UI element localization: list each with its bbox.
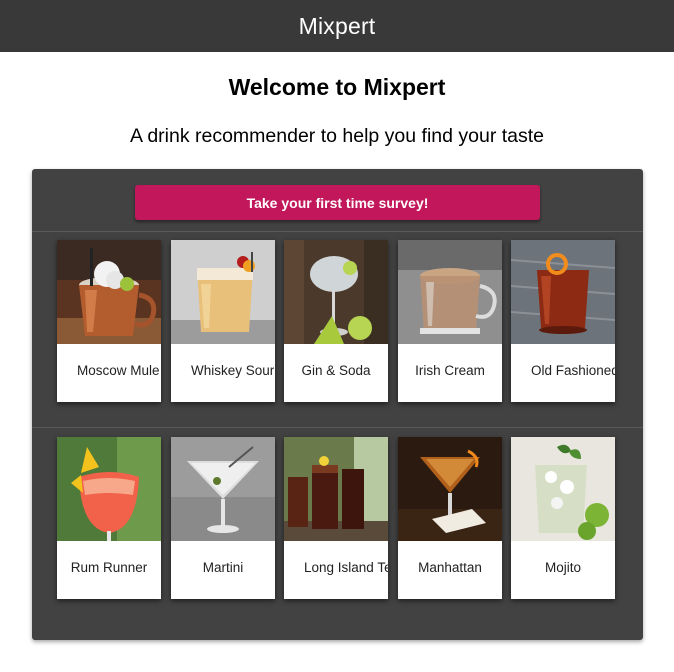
old-fashioned-image (511, 240, 615, 344)
drink-card-long-island-tea[interactable]: Long Island Tea (284, 437, 388, 599)
divider (32, 427, 643, 428)
drink-name: Gin & Soda (301, 362, 371, 378)
martini-image (171, 437, 275, 541)
manhattan-image (398, 437, 502, 541)
page-title: Welcome to Mixpert (228, 74, 446, 100)
drink-name: Whiskey Sour (191, 362, 275, 378)
page-subtitle: A drink recommender to help you find you… (129, 125, 545, 147)
long-island-tea-image (284, 437, 388, 541)
divider (32, 231, 643, 232)
moscow-mule-image (57, 240, 161, 344)
drink-name: Martini (202, 559, 244, 575)
app-title: Mixpert (298, 12, 376, 39)
drink-name: Moscow Mule (77, 362, 160, 378)
gin-soda-image (284, 240, 388, 344)
drink-name: Manhattan (418, 559, 482, 575)
drinks-panel: Take your first time survey! Moscow Mule… (32, 169, 643, 640)
drink-name: Old Fashioned (531, 362, 615, 378)
app-bar: Mixpert (0, 0, 674, 52)
drink-card-old-fashioned[interactable]: Old Fashioned (511, 240, 615, 402)
drink-name: Irish Cream (415, 362, 485, 378)
drink-name: Mojito (544, 559, 581, 575)
drink-card-irish-cream[interactable]: Irish Cream (398, 240, 502, 402)
irish-cream-image (398, 240, 502, 344)
drink-card-manhattan[interactable]: Manhattan (398, 437, 502, 599)
drink-name: Rum Runner (70, 559, 148, 575)
drink-card-mojito[interactable]: Mojito (511, 437, 615, 599)
rum-runner-image (57, 437, 161, 541)
drink-card-martini[interactable]: Martini (171, 437, 275, 599)
drink-card-gin-soda[interactable]: Gin & Soda (284, 240, 388, 402)
mojito-image (511, 437, 615, 541)
drink-card-rum-runner[interactable]: Rum Runner (57, 437, 161, 599)
whiskey-sour-image (171, 240, 275, 344)
first-time-survey-button[interactable]: Take your first time survey! (135, 185, 540, 220)
drink-card-whiskey-sour[interactable]: Whiskey Sour (171, 240, 275, 402)
drink-name: Long Island Tea (304, 559, 388, 575)
drink-card-moscow-mule[interactable]: Moscow Mule (57, 240, 161, 402)
